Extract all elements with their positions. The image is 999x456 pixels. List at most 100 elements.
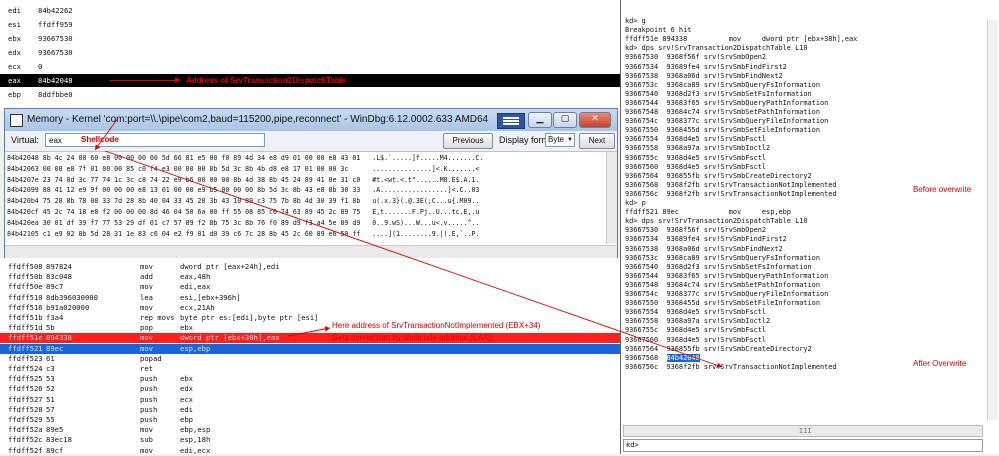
disassembly-row[interactable]: ffdff529 55 push ebp xyxy=(0,415,620,425)
chevron-down-icon[interactable]: ▼ xyxy=(567,134,573,146)
disassembly-row[interactable]: ffdff508 897824 mov dword ptr [eax+24h],edi xyxy=(0,262,620,272)
virtual-address-input[interactable]: eax xyxy=(45,133,265,147)
disassembly-row[interactable]: ffdff51e 894338 mov dword ptr [ebx+38h],eax xyxy=(0,333,620,344)
instruction-bytes: 55 xyxy=(46,415,55,424)
instruction-bytes: 894338 xyxy=(46,333,72,343)
disassembly-row[interactable]: ffdff528 57 push edi xyxy=(0,405,620,415)
command-output-line: 93667560 9368d4e5 srv!SrvSmbFsctl xyxy=(625,162,767,171)
register-value: 84b42048 xyxy=(38,76,73,85)
after-overwrite-label: After Overwrite xyxy=(913,359,967,369)
eax-annotation: Address of SrvTransaction2DispatchTable xyxy=(186,76,347,85)
instruction-operands: eax,48h xyxy=(180,272,211,282)
instruction-mnemonic: mov xyxy=(140,282,153,292)
command-output-line: 93667550 9368455d srv!SrvSmbSetFileInfor… xyxy=(625,126,820,135)
instruction-mnemonic: pop xyxy=(140,323,153,333)
disassembly-row[interactable]: ffdff526 52 push edx xyxy=(0,384,620,394)
command-output-line: 93667550 9368455d srv!SrvSmbSetFileInfor… xyxy=(625,299,820,308)
command-output-line: 93667540 9368d2f3 srv!SrvSmbSetFsInforma… xyxy=(625,262,812,271)
close-button[interactable]: ✕ xyxy=(579,112,611,128)
command-output-line: 9366754c 9368377c srv!SrvSmbQueryFileInf… xyxy=(625,290,829,298)
command-output-line: 93667538 9368a06d srv!SrvSmbFindNext2 xyxy=(625,71,783,80)
display-format-value: Byte xyxy=(548,135,565,144)
instruction-operands: ebx xyxy=(180,374,193,384)
maximize-button[interactable]: ▢ xyxy=(553,112,577,128)
command-output-line: 9366756c 9368f2fb srv!SrvTransactionNotI… xyxy=(625,189,837,198)
instruction-bytes: f3a4 xyxy=(46,313,64,322)
register-row-esi: esi ffdff959 xyxy=(0,18,620,31)
command-input[interactable]: kd> xyxy=(623,439,983,452)
disassembly-panel: ffdff508 897824 mov dword ptr [eax+24h],edi… xyxy=(0,258,621,456)
disassembly-row[interactable]: ffdff523 61 popad xyxy=(0,354,620,364)
annotation-arrow xyxy=(110,77,181,83)
instruction-operands: esp,18h xyxy=(180,435,211,445)
register-name: ecx xyxy=(8,62,21,71)
register-value: 93667530 xyxy=(38,34,73,43)
minimize-button[interactable]: ▁ xyxy=(528,112,552,128)
options-menu-icon[interactable] xyxy=(497,113,525,129)
register-value: 93667530 xyxy=(38,48,73,57)
disassembly-row[interactable]: ffdff521 89ec mov esp,ebp xyxy=(0,343,620,354)
instruction-bytes: 51 xyxy=(46,394,55,404)
command-output-line: 93667540 9368d2f3 srv!SrvSmbSetFsInforma… xyxy=(625,89,812,98)
command-output-line: 93667568 84b42048 xyxy=(625,353,700,363)
instruction-operands: ebp,esp xyxy=(180,425,211,435)
register-name: ebp xyxy=(8,90,21,99)
instruction-address: ffdff51e xyxy=(8,333,43,343)
instruction-mnemonic: rep movs xyxy=(140,313,175,322)
disassembly-row[interactable]: ffdff525 53 push ebx xyxy=(0,374,620,384)
instruction-address: ffdff516 xyxy=(8,302,43,312)
register-row-eax: eax 84b42048 Address of SrvTransaction2Dis… xyxy=(0,74,620,87)
windbg-app-icon xyxy=(10,114,23,127)
instruction-mnemonic: add xyxy=(140,272,153,282)
registers-panel: edi 84b42262 esi ffdff959 ebx 93667530 edx 9366… xyxy=(0,0,621,110)
memory-dump-line: 84b42063 00 00 e8 7f 01 00 00 85 c0 f4 e… xyxy=(7,164,480,173)
command-output-line: 93667564 936855fb srv!SrvSmbCreateDirect… xyxy=(625,171,812,180)
instruction-mnemonic: lea xyxy=(140,292,153,302)
command-output-line: 93667554 9368d4e5 srv!SrvSmbFsctl xyxy=(625,308,767,317)
memory-horizontal-scrollbar[interactable] xyxy=(5,245,617,258)
disassembly-row[interactable]: ffdff52f 89cf mov edi,ecx xyxy=(0,446,620,456)
memory-vertical-scrollbar[interactable] xyxy=(606,152,617,244)
instruction-bytes: 5b xyxy=(46,323,55,333)
disassembly-row[interactable]: ffdff50e 89c7 mov edi,eax xyxy=(0,282,620,292)
command-output-line: ffdff51e 894338 mov dword ptr [ebx+38h],… xyxy=(625,35,858,44)
instruction-operands: ebp xyxy=(180,415,193,424)
instruction-address: ffdff526 xyxy=(8,384,43,394)
register-value: 8ddfbbe0 xyxy=(38,90,73,99)
instruction-operands: edi,eax xyxy=(180,282,211,292)
register-value: 0 xyxy=(38,62,43,71)
command-vertical-scrollbar[interactable] xyxy=(987,20,998,420)
instruction-bytes: 89ec xyxy=(46,343,64,353)
disassembly-row[interactable]: ffdff510 8db396030000 lea esi,[ebx+396h] xyxy=(0,293,620,303)
memory-window: Memory - Kernel 'com:port=\\.\pipe\com2,… xyxy=(4,108,618,260)
command-output-line: 93667558 9368a97a srv!SrvSmbIoctl2 xyxy=(625,144,771,153)
instruction-operands: ebx xyxy=(180,323,193,333)
disassembly-row[interactable]: ffdff524 c3 ret xyxy=(0,364,620,374)
command-output-line: 93667548 93684c74 srv!SrvSmbSetPathInfor… xyxy=(625,280,820,289)
instruction-operands: esi,[ebx+396h] xyxy=(180,292,241,302)
instruction-operands: dword ptr [eax+24h],edi xyxy=(180,262,280,271)
instruction-mnemonic: push xyxy=(140,384,158,394)
memory-toolbar: Virtual: eax Shellcode Previous Display … xyxy=(5,131,617,152)
register-name: ebx xyxy=(8,34,21,43)
instruction-bytes: 8db396030000 xyxy=(46,292,98,302)
display-format-select-visible[interactable]: Byte ▼ xyxy=(545,133,575,147)
instruction-address: ffdff524 xyxy=(8,364,43,373)
previous-button[interactable]: Previous xyxy=(443,133,493,149)
command-horizontal-scrollbar[interactable]: III xyxy=(623,425,983,437)
instruction-mnemonic: mov xyxy=(140,425,153,435)
disasm-annotation-1: Here address of SrvTransactionNotImpleme… xyxy=(332,321,541,330)
disassembly-row[interactable]: ffdff50b 83c048 add eax,48h xyxy=(0,272,620,282)
virtual-label: Virtual: xyxy=(11,135,39,145)
disassembly-row[interactable]: ffdff516 b91a020000 mov ecx,21Ah xyxy=(0,303,620,313)
next-button[interactable]: Next xyxy=(579,133,615,149)
memory-title-bar[interactable]: Memory - Kernel 'com:port=\\.\pipe\com2,… xyxy=(5,109,617,131)
instruction-operands: dword ptr [ebx+38h],eax xyxy=(180,333,280,343)
scroll-thumb-grip: III xyxy=(799,427,812,435)
instruction-mnemonic: mov xyxy=(140,262,153,271)
instruction-bytes: 897824 xyxy=(46,262,72,271)
command-output-line: 93667560 9368d4e5 srv!SrvSmbFsctl xyxy=(625,335,767,344)
disassembly-row[interactable]: ffdff52a 89e5 mov ebp,esp xyxy=(0,425,620,435)
disassembly-row[interactable]: ffdff52c 83ec18 sub esp,18h xyxy=(0,435,620,445)
disassembly-row[interactable]: ffdff527 51 push ecx xyxy=(0,395,620,405)
